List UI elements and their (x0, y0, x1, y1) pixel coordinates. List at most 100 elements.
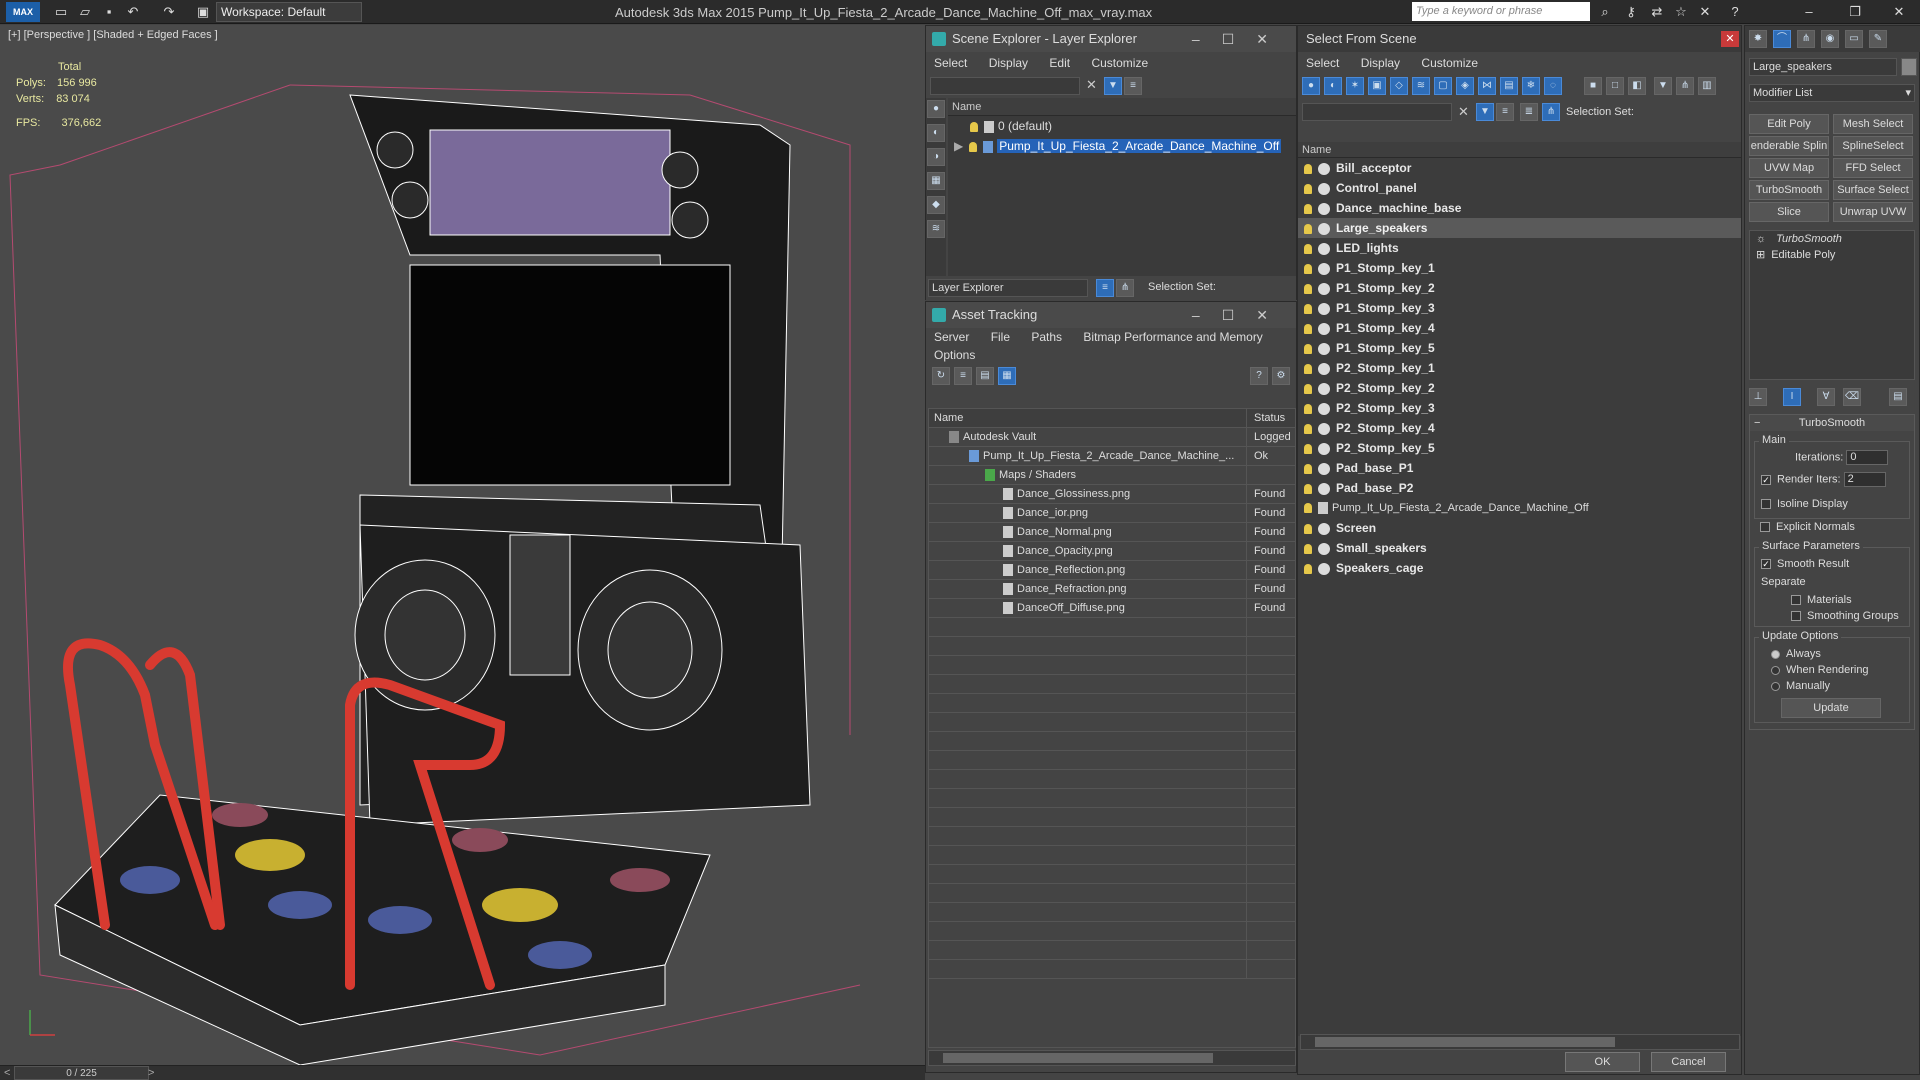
display-helpers-icon[interactable]: ◆ (927, 196, 945, 214)
filter-xrefs-icon[interactable]: ◈ (1456, 77, 1474, 95)
filter-frozen-icon[interactable]: ❄ (1522, 77, 1540, 95)
manually-radio[interactable] (1771, 681, 1780, 691)
cancel-button[interactable]: Cancel (1651, 1052, 1726, 1072)
app-logo[interactable]: MAX (6, 2, 40, 22)
object-row[interactable]: P2_Stomp_key_5 (1298, 438, 1741, 458)
lightbulb-icon[interactable] (1304, 343, 1312, 354)
lightbulb-icon[interactable] (1304, 203, 1312, 214)
when-rendering-radio[interactable] (1771, 665, 1780, 675)
asset-row[interactable]: Autodesk Vault Logged (929, 428, 1295, 447)
remove-modifier-icon[interactable]: ⌫ (1843, 388, 1861, 406)
menu-server[interactable]: Server (934, 330, 969, 344)
lightbulb-icon[interactable] (1304, 383, 1312, 394)
object-row[interactable]: LED_lights (1298, 238, 1741, 258)
lightbulb-icon[interactable] (1304, 463, 1312, 474)
filter-bones-icon[interactable]: ⋈ (1478, 77, 1496, 95)
refresh-icon[interactable]: ↻ (932, 367, 950, 385)
scene-explorer-search-input[interactable] (930, 77, 1080, 95)
object-row[interactable]: Pad_base_P2 (1298, 478, 1741, 498)
pin-stack-icon[interactable]: ⊥ (1749, 388, 1767, 406)
layers-icon[interactable]: ≡ (1124, 77, 1142, 95)
asset-row[interactable]: Dance_Normal.png Found (929, 523, 1295, 542)
expand-plus-icon[interactable]: ⊞ (1756, 249, 1765, 261)
explorer-type-dropdown[interactable]: Layer Explorer (928, 279, 1088, 297)
menu-select[interactable]: Select (1306, 56, 1339, 70)
lightbulb-icon[interactable] (1304, 263, 1312, 274)
redo-icon[interactable]: ↷ (160, 3, 178, 21)
filter-containers-icon[interactable]: ▤ (1500, 77, 1518, 95)
open-folder-icon[interactable]: ▱ (76, 3, 94, 21)
display-spacewarps-icon[interactable]: ≋ (927, 220, 945, 238)
object-row[interactable]: P2_Stomp_key_3 (1298, 398, 1741, 418)
object-row[interactable]: Bill_acceptor (1298, 158, 1741, 178)
update-button[interactable]: Update (1781, 698, 1881, 718)
layer-row-default[interactable]: 0 (default) (948, 116, 1296, 136)
lightbulb-icon[interactable] (1304, 183, 1312, 194)
select-search-input[interactable] (1302, 103, 1452, 121)
dance-machine-model[interactable] (0, 25, 925, 1065)
lightbulb-icon[interactable] (1304, 283, 1312, 294)
time-slider[interactable]: < 0 / 225 > (0, 1065, 925, 1080)
render-iters-checkbox[interactable]: ✓ (1761, 474, 1771, 485)
asset-row[interactable]: Dance_Glossiness.png Found (929, 485, 1295, 504)
display-lights-icon[interactable]: ◑ (927, 148, 945, 166)
turbosmooth-button[interactable]: TurboSmooth (1749, 180, 1829, 200)
menu-edit[interactable]: Edit (1049, 56, 1070, 70)
menu-options[interactable]: Options (934, 348, 975, 362)
filter-spacewarps-icon[interactable]: ≋ (1412, 77, 1430, 95)
lightbulb-icon[interactable] (1304, 303, 1312, 314)
layer-stack-icon[interactable]: ≣ (1520, 103, 1538, 121)
object-row[interactable]: P1_Stomp_key_1 (1298, 258, 1741, 278)
object-color-swatch[interactable] (1901, 58, 1917, 76)
help-vault-icon[interactable]: ? (1250, 367, 1268, 385)
collapse-minus-icon[interactable]: − (1754, 415, 1760, 431)
expand-arrow-icon[interactable]: ▶ (954, 139, 963, 153)
clear-search-icon[interactable]: ✕ (1086, 77, 1097, 93)
time-slider-thumb[interactable]: 0 / 225 (14, 1066, 149, 1080)
asset-row[interactable]: Pump_It_Up_Fiesta_2_Arcade_Dance_Machine… (929, 447, 1295, 466)
asset-col-name[interactable]: Name (929, 409, 1247, 428)
scene-explorer-titlebar[interactable]: Scene Explorer - Layer Explorer –☐✕ (926, 26, 1296, 52)
object-row[interactable]: P2_Stomp_key_4 (1298, 418, 1741, 438)
object-row[interactable]: Large_speakers (1298, 218, 1741, 238)
menu-bitmap-performance[interactable]: Bitmap Performance and Memory (1083, 330, 1262, 344)
object-row[interactable]: Speakers_cage (1298, 558, 1741, 578)
new-file-icon[interactable]: ▭ (52, 3, 70, 21)
minimize-icon[interactable]: – (1800, 3, 1818, 21)
filter-shapes-icon[interactable]: ◐ (1324, 77, 1342, 95)
filter-lights-icon[interactable]: ✶ (1346, 77, 1364, 95)
hierarchy-icon[interactable]: ⋔ (1116, 279, 1134, 297)
perspective-viewport[interactable]: [+] [Perspective ] [Shaded + Edged Faces… (0, 25, 925, 1065)
menu-display[interactable]: Display (989, 56, 1028, 70)
tree-view-icon[interactable]: ⋔ (1676, 77, 1694, 95)
isoline-checkbox[interactable] (1761, 499, 1771, 510)
select-none-icon[interactable]: □ (1606, 77, 1624, 95)
asset-tracking-titlebar[interactable]: Asset Tracking –☐✕ (926, 302, 1296, 328)
ok-button[interactable]: OK (1565, 1052, 1640, 1072)
filter-icon[interactable]: ▼ (1476, 103, 1494, 121)
lightbulb-icon[interactable] (1304, 223, 1312, 234)
asset-row[interactable]: Maps / Shaders (929, 466, 1295, 485)
turbosmooth-rollout-header[interactable]: − TurboSmooth (1750, 415, 1914, 431)
configure-sets-icon[interactable]: ▤ (1889, 388, 1907, 406)
object-row[interactable]: Control_panel (1298, 178, 1741, 198)
clear-search-icon[interactable]: ✕ (1458, 104, 1469, 120)
search-input[interactable]: Type a keyword or phrase (1412, 2, 1590, 21)
menu-display[interactable]: Display (1361, 56, 1400, 70)
workspace-dropdown[interactable]: Workspace: Default (216, 2, 362, 22)
asset-horizontal-scrollbar[interactable] (928, 1050, 1296, 1066)
modify-tab-icon[interactable]: ⌒ (1773, 30, 1791, 48)
object-row[interactable]: P1_Stomp_key_3 (1298, 298, 1741, 318)
display-shapes-icon[interactable]: ◐ (927, 124, 945, 142)
menu-customize[interactable]: Customize (1091, 56, 1148, 70)
hierarchy-tab-icon[interactable]: ⋔ (1797, 30, 1815, 48)
asset-col-status[interactable]: Status (1249, 409, 1297, 428)
window-controls[interactable]: –☐✕ (1192, 26, 1290, 52)
lightbulb-icon[interactable] (1304, 443, 1312, 454)
bulb-icon[interactable] (969, 141, 978, 152)
slice-button[interactable]: Slice (1749, 202, 1829, 222)
star-icon[interactable]: ☆ (1672, 3, 1690, 21)
close-icon[interactable]: ✕ (1890, 3, 1908, 21)
display-cameras-icon[interactable]: ▦ (927, 172, 945, 190)
object-row[interactable]: Pump_It_Up_Fiesta_2_Arcade_Dance_Machine… (1298, 498, 1741, 518)
